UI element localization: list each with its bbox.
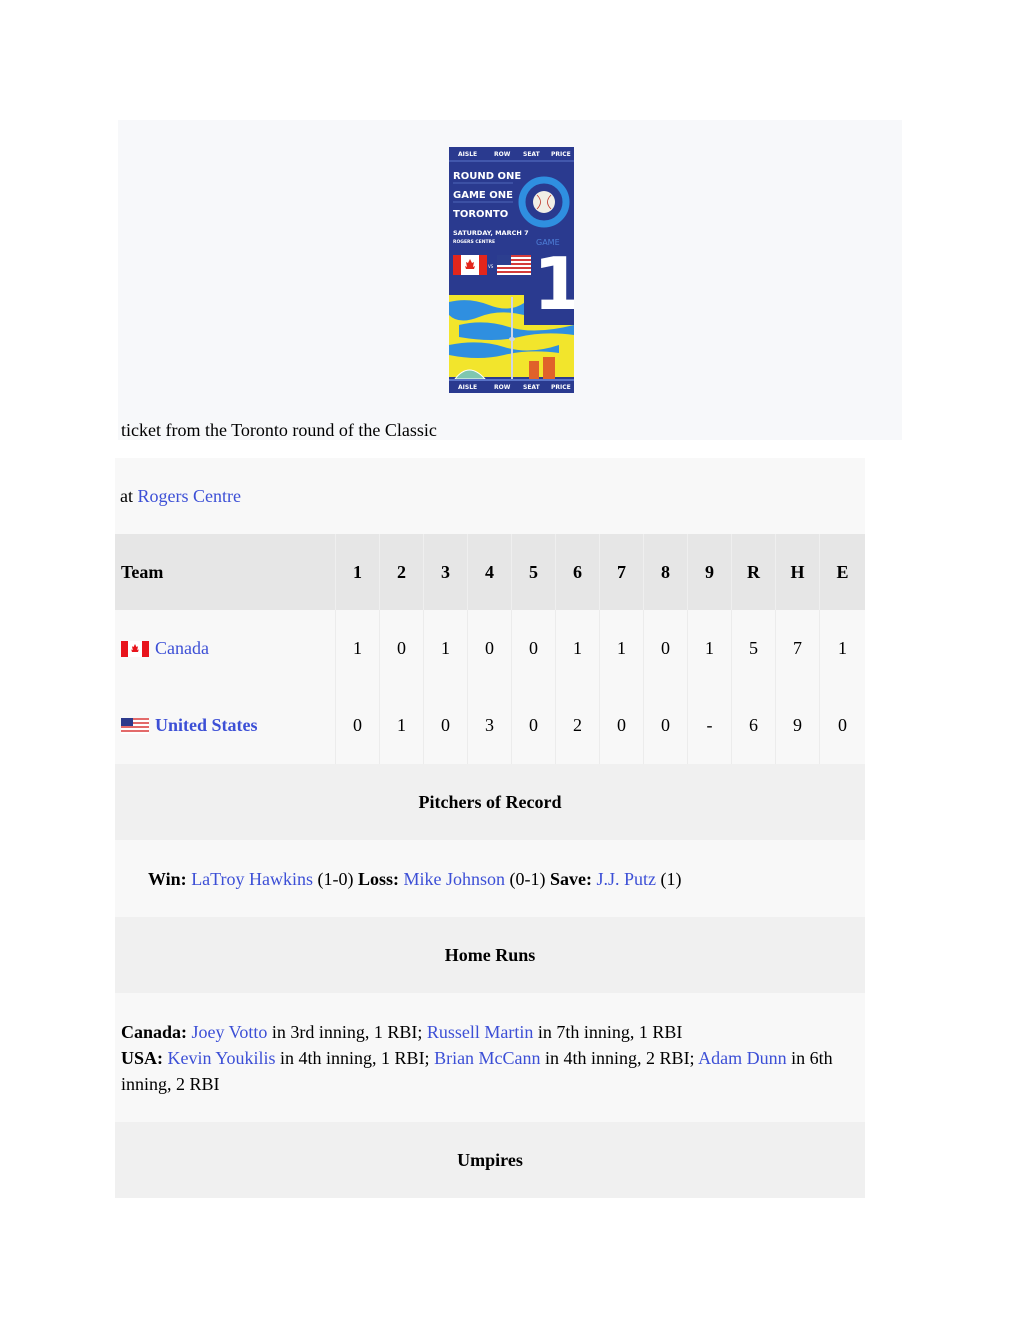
score-cell: 0 — [600, 687, 644, 764]
home-runs-usa: USA: Kevin Youkilis in 4th inning, 1 RBI… — [121, 1045, 841, 1097]
ticket-top-label: AISLE — [458, 151, 477, 158]
hits-cell: 9 — [776, 687, 820, 764]
header-inning-2: 2 — [380, 534, 424, 610]
home-runs-heading: Home Runs — [115, 917, 865, 993]
score-cell: 1 — [688, 610, 732, 687]
venue-prefix: at — [120, 485, 138, 506]
ticket-vs: VS — [488, 264, 494, 269]
score-cell: 0 — [468, 610, 512, 687]
hr-detail: in 7th inning, 1 RBI — [533, 1021, 683, 1042]
usa-flag-icon — [121, 717, 149, 734]
player-link[interactable]: Brian McCann — [434, 1048, 540, 1068]
errors-cell: 1 — [838, 638, 847, 658]
header-inning-4: 4 — [468, 534, 512, 610]
ticket-bottom-label: PRICE — [551, 384, 571, 391]
score-cell: 0 — [380, 610, 424, 687]
score-cell: 1 — [600, 610, 644, 687]
player-link[interactable]: Kevin Youkilis — [168, 1048, 276, 1068]
venue-row: at Rogers Centre — [115, 458, 865, 534]
header-inning-9: 9 — [688, 534, 732, 610]
ticket-game: GAME ONE — [453, 190, 513, 201]
header-inning-1: 1 — [336, 534, 380, 610]
pitchers-heading: Pitchers of Record — [115, 764, 865, 840]
ticket-city: TORONTO — [453, 209, 508, 220]
home-runs-canada: Canada: Joey Votto in 3rd inning, 1 RBI;… — [121, 1019, 841, 1045]
team-cell: Canada — [115, 610, 336, 687]
usa-label: USA: — [121, 1047, 164, 1068]
home-runs: Canada: Joey Votto in 3rd inning, 1 RBI;… — [115, 993, 865, 1122]
score-cell: 1 — [556, 610, 600, 687]
hr-detail: in 3rd inning, 1 RBI; — [267, 1021, 427, 1042]
ticket-top-label: ROW — [494, 151, 511, 158]
team-link-canada[interactable]: Canada — [155, 638, 209, 659]
player-link[interactable]: Adam Dunn — [698, 1048, 787, 1068]
game-box-score: at Rogers Centre Team 1 2 3 4 5 6 7 8 9 … — [115, 458, 865, 1198]
header-inning-8: 8 — [644, 534, 688, 610]
figure-caption: ticket from the Toronto round of the Cla… — [121, 420, 437, 440]
loss-record: (0-1) — [505, 868, 551, 889]
ticket-figure: AISLE ROW SEAT PRICE ROUND ONE GAME ONE … — [118, 120, 902, 440]
ticket-image: AISLE ROW SEAT PRICE ROUND ONE GAME ONE … — [449, 147, 574, 393]
win-label: Win: — [148, 868, 187, 889]
venue-link[interactable]: Rogers Centre — [138, 486, 241, 507]
score-cell: 0 — [644, 610, 688, 687]
header-inning-3: 3 — [424, 534, 468, 610]
ticket-venue: ROGERS CENTRE — [453, 239, 495, 245]
score-cell: 0 — [336, 687, 380, 764]
header-inning-5: 5 — [512, 534, 556, 610]
table-row-united-states: United States 0 1 0 3 0 2 0 0 - 6 9 0 — [115, 687, 865, 764]
loss-label: Loss: — [358, 868, 400, 889]
scoreboard-header: Team 1 2 3 4 5 6 7 8 9 R H E — [115, 534, 865, 610]
ticket-game-number: 1 — [533, 242, 574, 326]
score-cell: - — [688, 687, 732, 764]
player-link[interactable]: Russell Martin — [427, 1022, 534, 1042]
header-inning-7: 7 — [600, 534, 644, 610]
ticket-bottom-label: AISLE — [458, 384, 477, 391]
team-link-united-states[interactable]: United States — [155, 715, 258, 736]
score-cell: 0 — [424, 687, 468, 764]
score-cell: 2 — [556, 687, 600, 764]
score-cell: 1 — [380, 687, 424, 764]
score-cell: 1 — [336, 610, 380, 687]
header-team: Team — [115, 534, 336, 610]
score-cell: 3 — [468, 687, 512, 764]
score-cell: 0 — [512, 687, 556, 764]
runs-cell: 5 — [732, 610, 776, 687]
score-cell: 0 — [512, 610, 556, 687]
save-pitcher-link[interactable]: J.J. Putz — [597, 869, 657, 889]
canada-label: Canada: — [121, 1021, 188, 1042]
ticket-top-label: PRICE — [551, 151, 571, 158]
header-runs: R — [732, 534, 776, 610]
errors-cell: 0 — [838, 715, 847, 735]
pitchers-of-record: Win: LaTroy Hawkins (1-0) Loss: Mike Joh… — [115, 840, 865, 917]
hr-detail: in 4th inning, 1 RBI; — [275, 1047, 435, 1068]
canada-flag-icon — [121, 640, 149, 657]
save-label: Save: — [550, 868, 593, 889]
score-cell: 1 — [424, 610, 468, 687]
canada-flag-icon — [453, 255, 487, 275]
usa-flag-icon — [497, 255, 531, 275]
win-record: (1-0) — [313, 868, 359, 889]
loss-pitcher-link[interactable]: Mike Johnson — [404, 869, 506, 889]
umpires-heading: Umpires — [115, 1122, 865, 1198]
hr-detail: in 4th inning, 2 RBI; — [540, 1047, 699, 1068]
runs-cell: 6 — [732, 687, 776, 764]
ticket-round: ROUND ONE — [453, 171, 521, 182]
ticket-top-label: SEAT — [523, 151, 541, 158]
win-pitcher-link[interactable]: LaTroy Hawkins — [191, 869, 313, 889]
header-errors: E — [836, 561, 849, 582]
save-record: (1) — [656, 868, 682, 889]
player-link[interactable]: Joey Votto — [192, 1022, 268, 1042]
ticket-date: SATURDAY, MARCH 7 — [453, 229, 529, 237]
table-row-canada: Canada 1 0 1 0 0 1 1 0 1 5 7 1 — [115, 610, 865, 687]
ticket-bottom-label: ROW — [494, 384, 511, 391]
header-hits: H — [776, 534, 820, 610]
header-inning-6: 6 — [556, 534, 600, 610]
hits-cell: 7 — [776, 610, 820, 687]
team-cell: United States — [115, 687, 336, 764]
ticket-bottom-label: SEAT — [523, 384, 541, 391]
score-cell: 0 — [644, 687, 688, 764]
